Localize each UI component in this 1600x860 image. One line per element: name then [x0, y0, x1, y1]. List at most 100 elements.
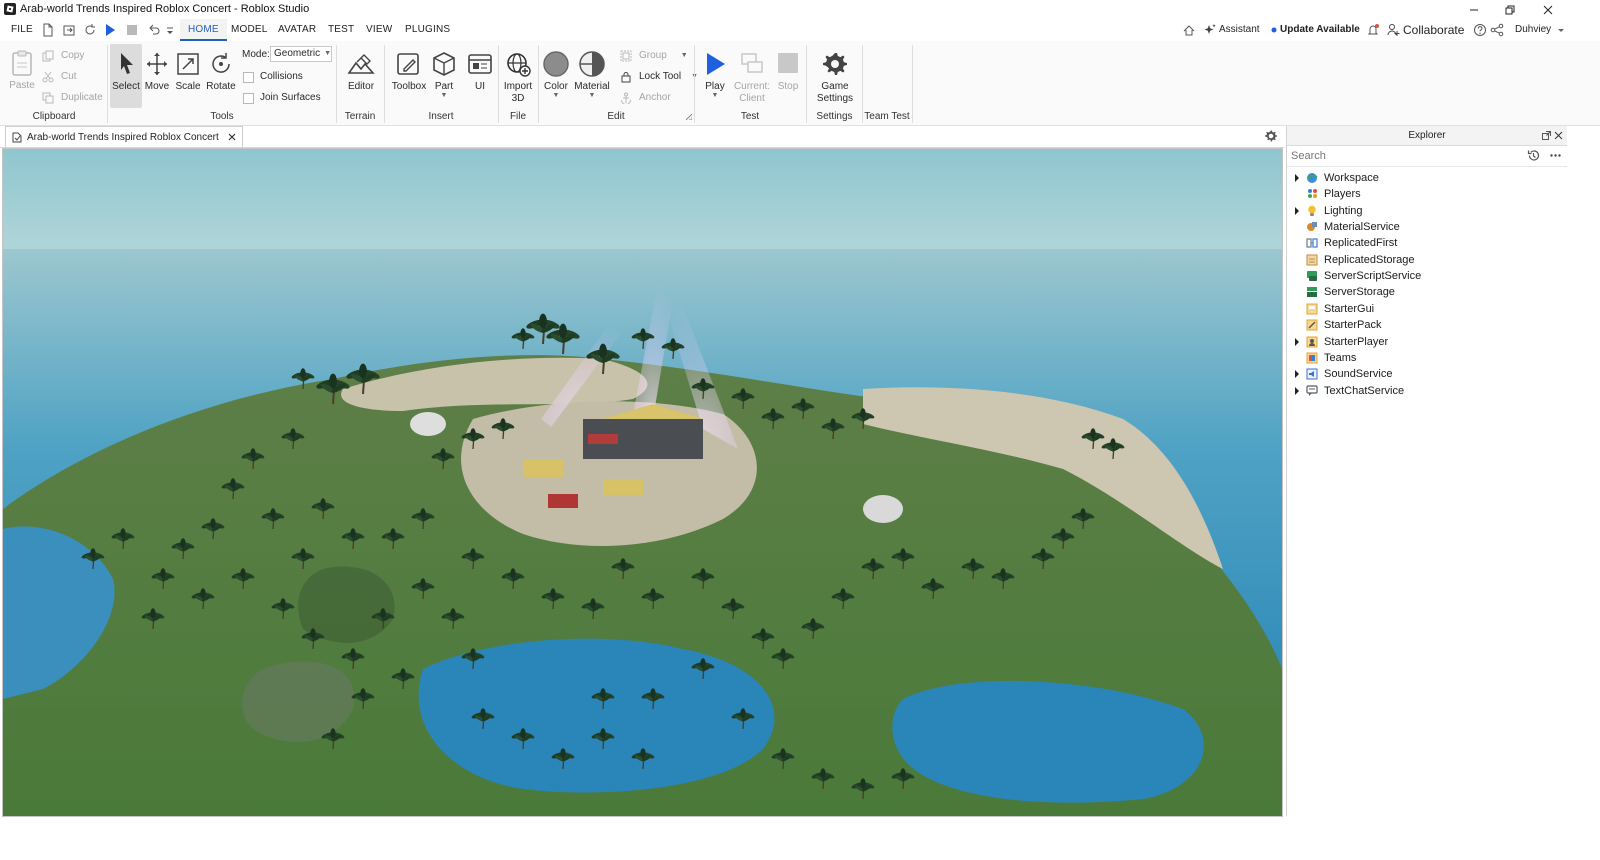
current-client-button[interactable]: Current: Client [733, 50, 771, 105]
document-tab[interactable]: Arab-world Trends Inspired Roblox Concer… [5, 126, 243, 147]
explorer-item-serverscriptservice[interactable]: ServerScriptService [1287, 268, 1567, 284]
part-button[interactable]: Part ▼ [430, 51, 458, 99]
mode-dropdown[interactable]: Geometric ▼ [270, 46, 332, 62]
starter-pack-icon [1305, 318, 1319, 332]
more-options-icon[interactable] [1549, 149, 1562, 162]
minimize-button[interactable] [1456, 0, 1492, 19]
collisions-toggle[interactable]: Collisions [243, 69, 303, 85]
restore-button[interactable] [1492, 0, 1528, 19]
explorer-item-lighting[interactable]: Lighting [1287, 203, 1567, 219]
group-icon [620, 50, 632, 62]
group-button[interactable]: Group ▼ [620, 48, 688, 64]
scale-tool-button[interactable]: Scale [174, 51, 202, 92]
explorer-item-startergui[interactable]: StarterGui [1287, 301, 1567, 317]
rotate-tool-button[interactable]: Rotate [206, 51, 236, 92]
explorer-item-starterpack[interactable]: StarterPack [1287, 317, 1567, 333]
edit-expand-icon[interactable] [686, 114, 692, 120]
expand-arrow-icon[interactable] [1291, 206, 1303, 215]
explorer-item-players[interactable]: Players [1287, 186, 1567, 202]
material-button[interactable]: Material ▼ [573, 50, 611, 99]
user-account-menu[interactable]: Duhviey [1515, 19, 1551, 41]
tab-close-icon[interactable] [228, 133, 236, 141]
ui-button[interactable]: UI [466, 51, 494, 92]
expand-arrow-icon[interactable] [1291, 174, 1303, 182]
explorer-item-replicatedstorage[interactable]: ReplicatedStorage [1287, 252, 1567, 268]
quick-play-icon[interactable] [104, 23, 118, 37]
explorer-item-textchatservice[interactable]: TextChatService [1287, 383, 1567, 399]
explorer-item-teams[interactable]: Teams [1287, 350, 1567, 366]
menu-home[interactable]: HOME [180, 19, 227, 41]
explorer-item-serverstorage[interactable]: ServerStorage [1287, 284, 1567, 300]
part-chevron-down-icon[interactable]: ▼ [430, 92, 458, 99]
close-panel-icon[interactable] [1554, 131, 1563, 140]
terrain-editor-button[interactable]: Editor [343, 51, 379, 92]
lock-tool-button[interactable]: Lock Tool ▼ [620, 69, 698, 85]
anchor-button[interactable]: Anchor [620, 90, 671, 106]
new-file-icon[interactable] [42, 23, 56, 37]
scale-label: Scale [175, 81, 201, 92]
join-surfaces-checkbox[interactable] [243, 92, 254, 104]
expand-arrow-icon[interactable] [1291, 337, 1303, 346]
3d-viewport[interactable] [2, 148, 1283, 817]
explorer-item-label: Lighting [1324, 204, 1363, 217]
explorer-item-starterplayer[interactable]: StarterPlayer [1287, 334, 1567, 350]
assistant-sparkle-icon[interactable] [1203, 23, 1217, 37]
collaborate-button[interactable]: Collaborate [1403, 19, 1464, 41]
home-icon[interactable] [1183, 23, 1197, 37]
update-available-button[interactable]: Update Available [1280, 19, 1360, 41]
client-label: Client [739, 93, 765, 104]
move-tool-button[interactable]: Move [143, 51, 171, 92]
join-surfaces-toggle[interactable]: Join Surfaces [243, 90, 321, 106]
collaborate-icon[interactable] [1387, 23, 1401, 37]
undo-icon[interactable] [147, 23, 161, 37]
color-chevron-down-icon[interactable]: ▼ [541, 92, 571, 99]
quick-stop-icon[interactable] [126, 23, 140, 37]
play-chevron-down-icon[interactable]: ▼ [700, 92, 730, 99]
explorer-item-replicatedfirst[interactable]: ReplicatedFirst [1287, 235, 1567, 251]
explorer-item-materialservice[interactable]: MaterialService [1287, 219, 1567, 235]
paste-button[interactable]: Paste [6, 49, 38, 91]
play-button[interactable]: Play ▼ [700, 50, 730, 99]
expand-arrow-icon[interactable] [1291, 386, 1303, 395]
ui-window-icon [468, 54, 492, 74]
user-chevron-down-icon[interactable] [1557, 23, 1565, 37]
toolbox-button[interactable]: Toolbox [390, 51, 428, 92]
duplicate-button[interactable]: Duplicate [42, 90, 103, 106]
menu-avatar[interactable]: AVATAR [278, 19, 316, 41]
color-button[interactable]: Color ▼ [541, 50, 571, 99]
cut-button[interactable]: Cut [42, 69, 77, 85]
edit-group-label: Edit [607, 111, 625, 122]
collisions-checkbox[interactable] [243, 71, 254, 83]
stop-button[interactable]: Stop [774, 50, 802, 92]
menu-plugins[interactable]: PLUGINS [405, 19, 450, 41]
copy-button[interactable]: Copy [42, 48, 84, 64]
explorer-item-workspace[interactable]: Workspace [1287, 170, 1567, 186]
open-file-icon[interactable] [62, 23, 76, 37]
menu-model[interactable]: MODEL [231, 19, 268, 41]
viewport-settings-gear-icon[interactable] [1264, 129, 1278, 143]
assistant-button[interactable]: Assistant [1219, 19, 1260, 41]
menu-test[interactable]: TEST [328, 19, 354, 41]
menu-view[interactable]: VIEW [366, 19, 392, 41]
material-chevron-down-icon[interactable]: ▼ [573, 92, 611, 99]
help-icon[interactable] [1473, 23, 1487, 37]
group-chevron-down-icon[interactable]: ▼ [681, 48, 688, 64]
quick-access-dropdown-icon[interactable] [166, 23, 174, 37]
search-history-icon[interactable] [1527, 149, 1540, 162]
terrain-group-label: Terrain [344, 111, 376, 122]
explorer-search-input[interactable] [1291, 148, 1519, 163]
explorer-item-soundservice[interactable]: SoundService [1287, 366, 1567, 382]
expand-arrow-icon[interactable] [1291, 370, 1303, 379]
sound-service-icon [1305, 367, 1319, 381]
update-dot-icon [1270, 23, 1278, 37]
share-icon[interactable] [1490, 23, 1504, 37]
game-settings-button[interactable]: Game Settings [812, 50, 858, 105]
import-3d-button[interactable]: Import 3D [501, 51, 535, 105]
redo-history-icon[interactable] [83, 23, 97, 37]
select-tool-button[interactable]: Select [110, 44, 142, 108]
undock-panel-icon[interactable] [1542, 131, 1551, 140]
menu-file[interactable]: FILE [11, 19, 33, 41]
close-window-button[interactable] [1530, 0, 1566, 19]
toolbox-label: Toolbox [391, 81, 427, 92]
notification-bell-icon[interactable] [1366, 23, 1380, 37]
